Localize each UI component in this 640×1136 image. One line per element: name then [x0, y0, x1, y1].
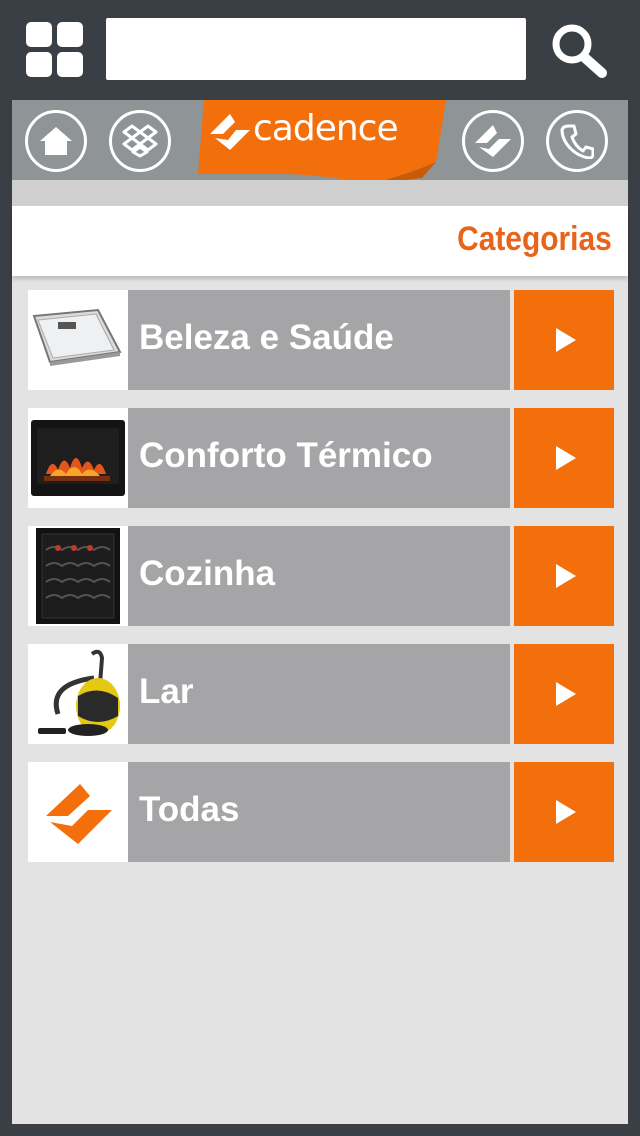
category-row-cozinha[interactable]: Cozinha	[28, 526, 614, 626]
grid-tile	[57, 52, 83, 77]
category-label: Beleza e Saúde	[139, 318, 394, 357]
category-list: Beleza e Saúde Conforto Térmico Cozinha …	[28, 290, 614, 880]
grid-tile	[26, 22, 52, 47]
grid-menu-icon[interactable]	[26, 22, 84, 78]
category-label: Lar	[139, 672, 194, 711]
category-row-lar[interactable]: Lar	[28, 644, 614, 744]
main-panel: cadence Categorias Beleza e Saúde Confor…	[12, 100, 628, 1124]
play-arrow-icon[interactable]	[514, 644, 614, 744]
play-arrow-icon[interactable]	[514, 408, 614, 508]
play-arrow-icon[interactable]	[514, 290, 614, 390]
category-label: Cozinha	[139, 554, 276, 593]
grid-tile	[26, 52, 52, 77]
category-label-box[interactable]: Beleza e Saúde	[128, 290, 510, 390]
dropbox-icon[interactable]	[109, 110, 171, 172]
category-label-box[interactable]: Cozinha	[128, 526, 510, 626]
bathroom-scale-image	[28, 290, 128, 390]
nav-shadow-strip	[12, 180, 628, 206]
home-icon[interactable]	[25, 110, 87, 172]
grid-tile	[57, 22, 83, 47]
play-arrow-icon[interactable]	[514, 762, 614, 862]
cadence-logo[interactable]: cadence	[190, 100, 448, 192]
cadence-logo-image	[28, 762, 128, 862]
search-input[interactable]	[106, 18, 526, 80]
header-bar: Categorias	[12, 206, 628, 276]
page-title: Categorias	[457, 220, 612, 258]
top-bar	[0, 0, 640, 100]
play-arrow-icon[interactable]	[514, 526, 614, 626]
category-label-box[interactable]: Lar	[128, 644, 510, 744]
category-label-box[interactable]: Conforto Térmico	[128, 408, 510, 508]
vacuum-cleaner-image	[28, 644, 128, 744]
category-row-conforto-termico[interactable]: Conforto Térmico	[28, 408, 614, 508]
category-label-box[interactable]: Todas	[128, 762, 510, 862]
electric-fireplace-image	[28, 408, 128, 508]
search-icon[interactable]	[548, 22, 610, 80]
category-label: Todas	[139, 790, 240, 829]
category-row-beleza-e-saude[interactable]: Beleza e Saúde	[28, 290, 614, 390]
cadence-logo-icon[interactable]	[462, 110, 524, 172]
wine-cooler-image	[28, 526, 128, 626]
nav-bar: cadence	[12, 100, 628, 184]
category-label: Conforto Térmico	[139, 436, 433, 475]
phone-icon[interactable]	[546, 110, 608, 172]
category-row-todas[interactable]: Todas	[28, 762, 614, 862]
brand-name: cadence	[253, 108, 399, 149]
